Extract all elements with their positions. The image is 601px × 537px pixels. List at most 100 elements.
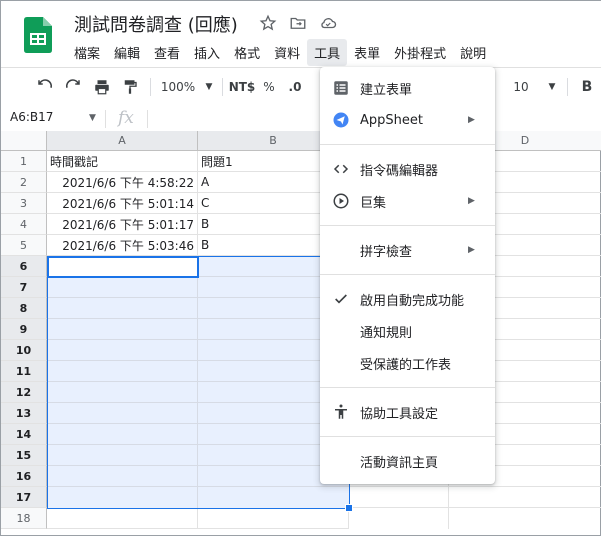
menu-view[interactable]: 查看 (147, 39, 187, 66)
menu-help[interactable]: 說明 (453, 39, 493, 66)
row-header[interactable]: 14 (1, 424, 47, 445)
row-header[interactable]: 16 (1, 466, 47, 487)
move-folder-icon[interactable] (287, 13, 309, 33)
macro-play-icon (332, 192, 350, 210)
zoom-dropdown-icon[interactable]: ▼ (202, 76, 216, 98)
menu-divider (320, 274, 495, 275)
menu-tools[interactable]: 工具 (307, 39, 348, 66)
row-header[interactable]: 4 (1, 214, 47, 235)
menu-item-script-editor[interactable]: 指令碼編輯器 (320, 154, 495, 184)
menu-divider (320, 387, 495, 388)
table-cell[interactable] (47, 508, 198, 529)
menu-divider (320, 436, 495, 437)
row-header[interactable]: 5 (1, 235, 47, 256)
row-header[interactable]: 12 (1, 382, 47, 403)
paint-format-icon[interactable] (118, 76, 142, 98)
menu-item-autocomplete[interactable]: 啟用自動完成功能 (320, 284, 495, 314)
redo-icon[interactable] (61, 76, 85, 98)
menu-data[interactable]: 資料 (267, 39, 307, 66)
menu-item-appsheet[interactable]: AppSheet ▶ (320, 105, 495, 135)
fill-handle[interactable] (345, 504, 353, 512)
menu-item-notification-rules[interactable]: 通知規則 (320, 316, 495, 346)
name-box[interactable]: A6:B17 (10, 110, 53, 124)
star-icon[interactable] (257, 13, 279, 33)
table-cell[interactable]: 2021/6/6 下午 5:01:17 (47, 214, 198, 235)
decrease-decimal-button[interactable]: .0 (284, 76, 306, 98)
spreadsheet-grid: A B C D 1 2 3 4 5 6 7 8 9 10 11 12 13 14… (1, 131, 601, 537)
menu-file[interactable]: 檔案 (67, 39, 107, 66)
menu-item-label: 活動資訊主頁 (360, 455, 439, 471)
table-cell[interactable]: 2021/6/6 下午 5:03:46 (47, 235, 198, 256)
menu-item-label: 拼字檢查 (360, 244, 413, 260)
formula-divider (105, 110, 106, 128)
toolbar-divider (150, 78, 151, 96)
menu-edit[interactable]: 編輯 (107, 39, 147, 66)
row-header[interactable]: 18 (1, 508, 47, 529)
submenu-arrow-icon: ▶ (468, 196, 475, 206)
menu-insert[interactable]: 插入 (187, 39, 227, 66)
table-cell[interactable]: 2021/6/6 下午 4:58:22 (47, 172, 198, 193)
check-icon (332, 290, 350, 308)
selection-gridlines (47, 256, 349, 508)
percent-format-button[interactable]: % (261, 76, 277, 98)
currency-format-button[interactable]: NT$ (228, 76, 256, 98)
code-icon (332, 160, 350, 178)
menu-item-label: 通知規則 (360, 325, 413, 341)
menu-item-accessibility[interactable]: 協助工具設定 (320, 397, 495, 427)
table-cell[interactable]: 2021/6/6 下午 5:01:14 (47, 193, 198, 214)
row-header[interactable]: 10 (1, 340, 47, 361)
toolbar-divider (567, 78, 568, 96)
menu-item-label: AppSheet (360, 112, 423, 128)
column-header-a[interactable]: A (47, 131, 198, 151)
menu-item-activity-dashboard[interactable]: 活動資訊主頁 (320, 446, 495, 476)
menu-item-create-form[interactable]: 建立表單 (320, 73, 495, 103)
row-header[interactable]: 11 (1, 361, 47, 382)
menu-item-label: 協助工具設定 (360, 406, 439, 422)
appsheet-icon (332, 111, 350, 129)
toolbar-divider (222, 78, 223, 96)
cloud-status-icon[interactable] (317, 13, 339, 33)
menu-divider (320, 225, 495, 226)
menu-item-label: 指令碼編輯器 (360, 163, 439, 179)
document-title[interactable]: 測試問卷調查 (回應) (74, 11, 238, 37)
table-cell[interactable]: 時間戳記 (47, 151, 198, 172)
row-header[interactable]: 17 (1, 487, 47, 508)
menu-item-macros[interactable]: 巨集 ▶ (320, 186, 495, 216)
row-header[interactable]: 1 (1, 151, 47, 172)
sheets-logo-icon[interactable] (24, 17, 52, 53)
app-header: 測試問卷調查 (回應) 檔案 編輯 查看 插入 格式 資料 工具 表單 外掛程式… (1, 1, 601, 67)
print-icon[interactable] (90, 76, 114, 98)
menu-item-label: 巨集 (360, 195, 387, 211)
tools-menu-dropdown: 建立表單 AppSheet ▶ 指令碼編輯器 巨集 ▶ 拼字檢查 ▶ 啟用自動完… (320, 67, 495, 484)
table-cell[interactable] (198, 508, 349, 529)
font-size-value[interactable]: 10 (509, 76, 533, 98)
formula-bar: A6:B17 ▼ fx (1, 107, 601, 132)
menu-bar: 檔案 編輯 查看 插入 格式 資料 工具 表單 外掛程式 說明 (67, 39, 493, 66)
menu-form[interactable]: 表單 (347, 39, 387, 66)
row-header[interactable]: 3 (1, 193, 47, 214)
title-actions (257, 13, 339, 33)
row-header[interactable]: 15 (1, 445, 47, 466)
undo-icon[interactable] (33, 76, 57, 98)
row-header[interactable]: 9 (1, 319, 47, 340)
bold-button[interactable]: B (577, 76, 597, 98)
menu-item-label: 啟用自動完成功能 (360, 293, 465, 309)
menu-item-spell-check[interactable]: 拼字檢查 ▶ (320, 235, 495, 265)
toolbar: 100% ▼ NT$ % .0 10 ▼ B (1, 67, 601, 108)
font-size-dropdown-icon[interactable]: ▼ (545, 76, 559, 98)
row-header[interactable]: 2 (1, 172, 47, 193)
menu-format[interactable]: 格式 (227, 39, 267, 66)
select-all-corner[interactable] (1, 131, 47, 151)
menu-item-label: 建立表單 (360, 82, 413, 98)
row-header[interactable]: 8 (1, 298, 47, 319)
fx-icon: fx (118, 108, 134, 128)
menu-item-protected-sheets[interactable]: 受保護的工作表 (320, 348, 495, 378)
row-header[interactable]: 6 (1, 256, 47, 277)
menu-divider (320, 144, 495, 145)
name-box-dropdown-icon[interactable]: ▼ (89, 113, 96, 123)
row-header[interactable]: 13 (1, 403, 47, 424)
accessibility-icon (332, 403, 350, 421)
row-header[interactable]: 7 (1, 277, 47, 298)
zoom-value[interactable]: 100% (159, 76, 197, 98)
menu-addons[interactable]: 外掛程式 (387, 39, 453, 66)
